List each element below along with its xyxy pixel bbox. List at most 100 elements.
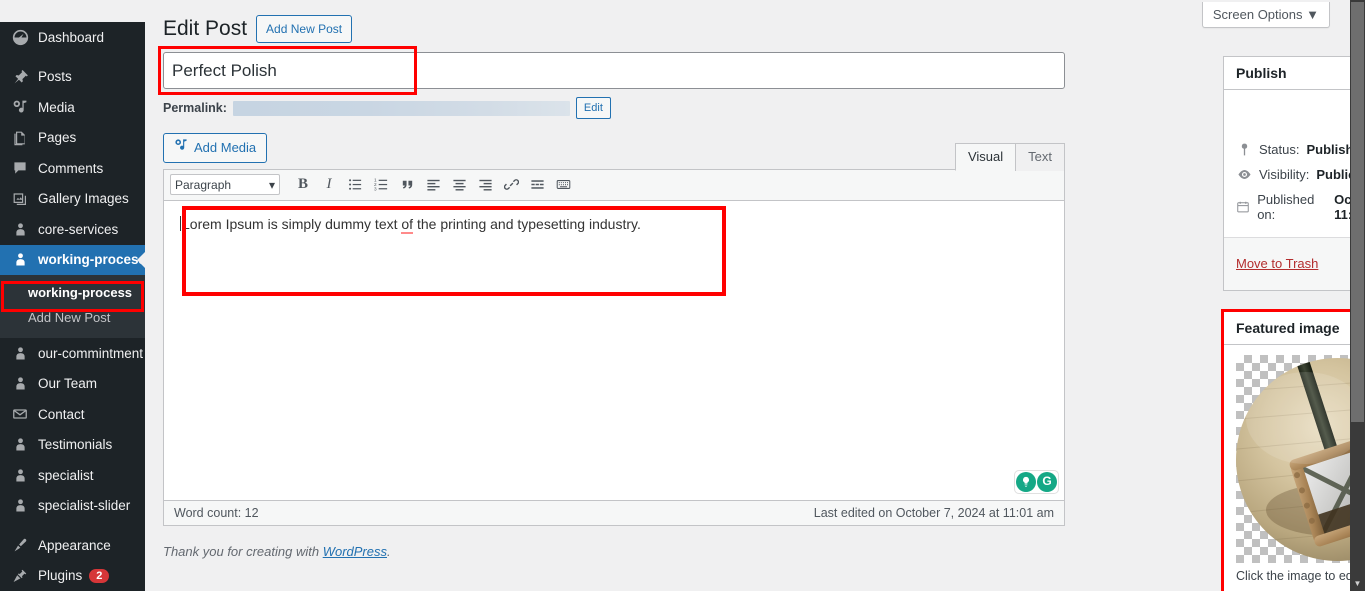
content-text-end: the printing and typesetting industry. [413,215,641,232]
bold-icon[interactable]: B [290,174,316,196]
publish-panel-title: Publish [1236,65,1287,81]
permalink-edit-button[interactable]: Edit [575,96,611,120]
content-text-start: Lorem Ipsum is simply dummy text [182,215,402,232]
bulleted-list-icon[interactable] [342,174,368,196]
wp-admin-screen: Dashboard Posts Media Pages Comments Gal… [0,0,1365,591]
calendar-icon [1236,200,1250,214]
sidebar-item-contact[interactable]: Contact [0,399,145,430]
admin-sidebar: Dashboard Posts Media Pages Comments Gal… [0,22,145,591]
post-content-editor[interactable]: Lorem Ipsum is simply dummy text of the … [163,199,1065,501]
preview-row: Preview Changes [1236,100,1365,137]
tab-text[interactable]: Text [1015,142,1065,171]
link-icon[interactable] [498,174,524,196]
paragraph-format-select[interactable]: Paragraph ▾ [170,174,280,195]
toolbar-toggle-icon[interactable] [550,174,576,196]
sidebar-item-testimonials[interactable]: Testimonials [0,430,145,461]
visibility-row: Visibility: Public Edit [1236,162,1365,187]
dashboard-icon [9,27,31,47]
sidebar-item-specialist-slider[interactable]: specialist-slider [0,491,145,522]
permalink-value-redacted [232,100,570,116]
numbered-list-icon[interactable]: 123 [368,174,394,196]
format-select-value: Paragraph [175,177,232,192]
publish-panel-body: Preview Changes Status: Published Edit [1224,90,1365,237]
user-icon [9,496,31,516]
sidebar-item-our-commintment[interactable]: our-commintment [0,338,145,369]
submenu-item-working-process[interactable]: working-process [0,280,145,305]
sidebar-column: Publish Previ [1221,56,1365,591]
page-header: Edit Post Add New Post [163,0,1335,43]
sidebar-item-label: specialist [38,467,94,483]
scroll-down-arrow-icon[interactable]: ▼ [1350,576,1365,591]
featured-image-caption: Click the image to edit or update [1236,568,1365,583]
menu-separator [0,521,145,530]
scrollbar-thumb[interactable] [1351,2,1364,422]
comment-icon [9,158,31,178]
tab-visual[interactable]: Visual [954,142,1017,171]
gallery-icon [9,189,31,209]
menu-separator [0,53,145,62]
sidebar-item-label: Gallery Images [38,191,129,207]
submenu-item-add-new-post[interactable]: Add New Post [0,305,145,330]
sidebar-item-our-team[interactable]: Our Team [0,369,145,400]
add-media-button[interactable]: Add Media [163,133,268,163]
misspelled-word: of [401,215,414,234]
user-icon [9,343,31,363]
editor-wrapper: Visual Text Paragraph ▾ B I 123 Lorem Ip… [163,142,1065,526]
post-title-input[interactable] [163,52,1065,89]
post-title-wrapper [158,46,1065,95]
featured-panel-body: Click the image to edit or update [1224,345,1365,591]
brush-icon [9,535,31,555]
sidebar-item-dashboard[interactable]: Dashboard [0,22,145,53]
lightbulb-icon[interactable] [1016,471,1036,492]
featured-image-thumbnail[interactable] [1236,354,1365,563]
publish-panel: Publish Previ [1223,56,1365,291]
sidebar-item-posts[interactable]: Posts [0,62,145,93]
publish-major-actions: Move to Trash Update [1224,237,1365,290]
sidebar-submenu-working-process: working-process Add New Post [0,275,145,338]
screen-options-label: Screen Options [1212,7,1303,22]
sidebar-item-core-services[interactable]: core-services [0,214,145,245]
align-left-icon[interactable] [420,174,446,196]
media-icon [174,138,188,158]
align-right-icon[interactable] [472,174,498,196]
publish-panel-header: Publish [1224,57,1365,90]
sidebar-item-specialist[interactable]: specialist [0,460,145,491]
mop-photo [1236,357,1365,561]
align-center-icon[interactable] [446,174,472,196]
sidebar-item-label: Appearance [38,537,111,553]
sidebar-item-working-process[interactable]: working-process [0,244,145,275]
sidebar-item-appearance[interactable]: Appearance [0,530,145,561]
italic-icon[interactable]: I [316,174,342,196]
user-icon [9,435,31,455]
sidebar-item-label: specialist-slider [38,498,131,514]
editor-column: Permalink: Edit Add Media Visual Text [158,46,1065,559]
screen-options-button[interactable]: Screen Options ▼ [1201,2,1330,28]
grammarly-widget[interactable]: G [1015,470,1058,493]
editor-mode-tabs: Visual Text [954,142,1065,171]
read-more-icon[interactable] [524,174,550,196]
editor-status-bar: Word count: 12 Last edited on October 7,… [163,500,1065,526]
sidebar-item-media[interactable]: Media [0,92,145,123]
grammarly-icon[interactable]: G [1037,471,1057,492]
sidebar-item-pages[interactable]: Pages [0,123,145,154]
sidebar-item-label: Pages [38,130,77,146]
sidebar-item-gallery-images[interactable]: Gallery Images [0,184,145,215]
add-new-post-button[interactable]: Add New Post [256,15,353,43]
permalink-label: Permalink: [163,101,227,115]
status-label: Status: [1259,142,1300,157]
media-buttons-row: Add Media [163,133,1065,163]
blockquote-icon[interactable] [394,174,420,196]
sidebar-item-plugins[interactable]: Plugins 2 [0,561,145,591]
add-media-label: Add Media [194,140,257,155]
svg-text:3: 3 [374,187,377,192]
page-scrollbar[interactable]: ▼ [1350,0,1365,591]
sidebar-item-comments[interactable]: Comments [0,153,145,184]
media-icon [9,97,31,117]
pages-icon [9,128,31,148]
move-to-trash-link[interactable]: Move to Trash [1236,256,1318,271]
word-count: Word count: 12 [174,505,259,520]
featured-panel-title: Featured image [1236,319,1340,336]
published-on-row: Published on: Oct 7, 2024 at 11:01 Edit [1236,187,1365,227]
wordpress-link[interactable]: WordPress [323,544,387,559]
sidebar-item-label: Posts [38,69,72,85]
